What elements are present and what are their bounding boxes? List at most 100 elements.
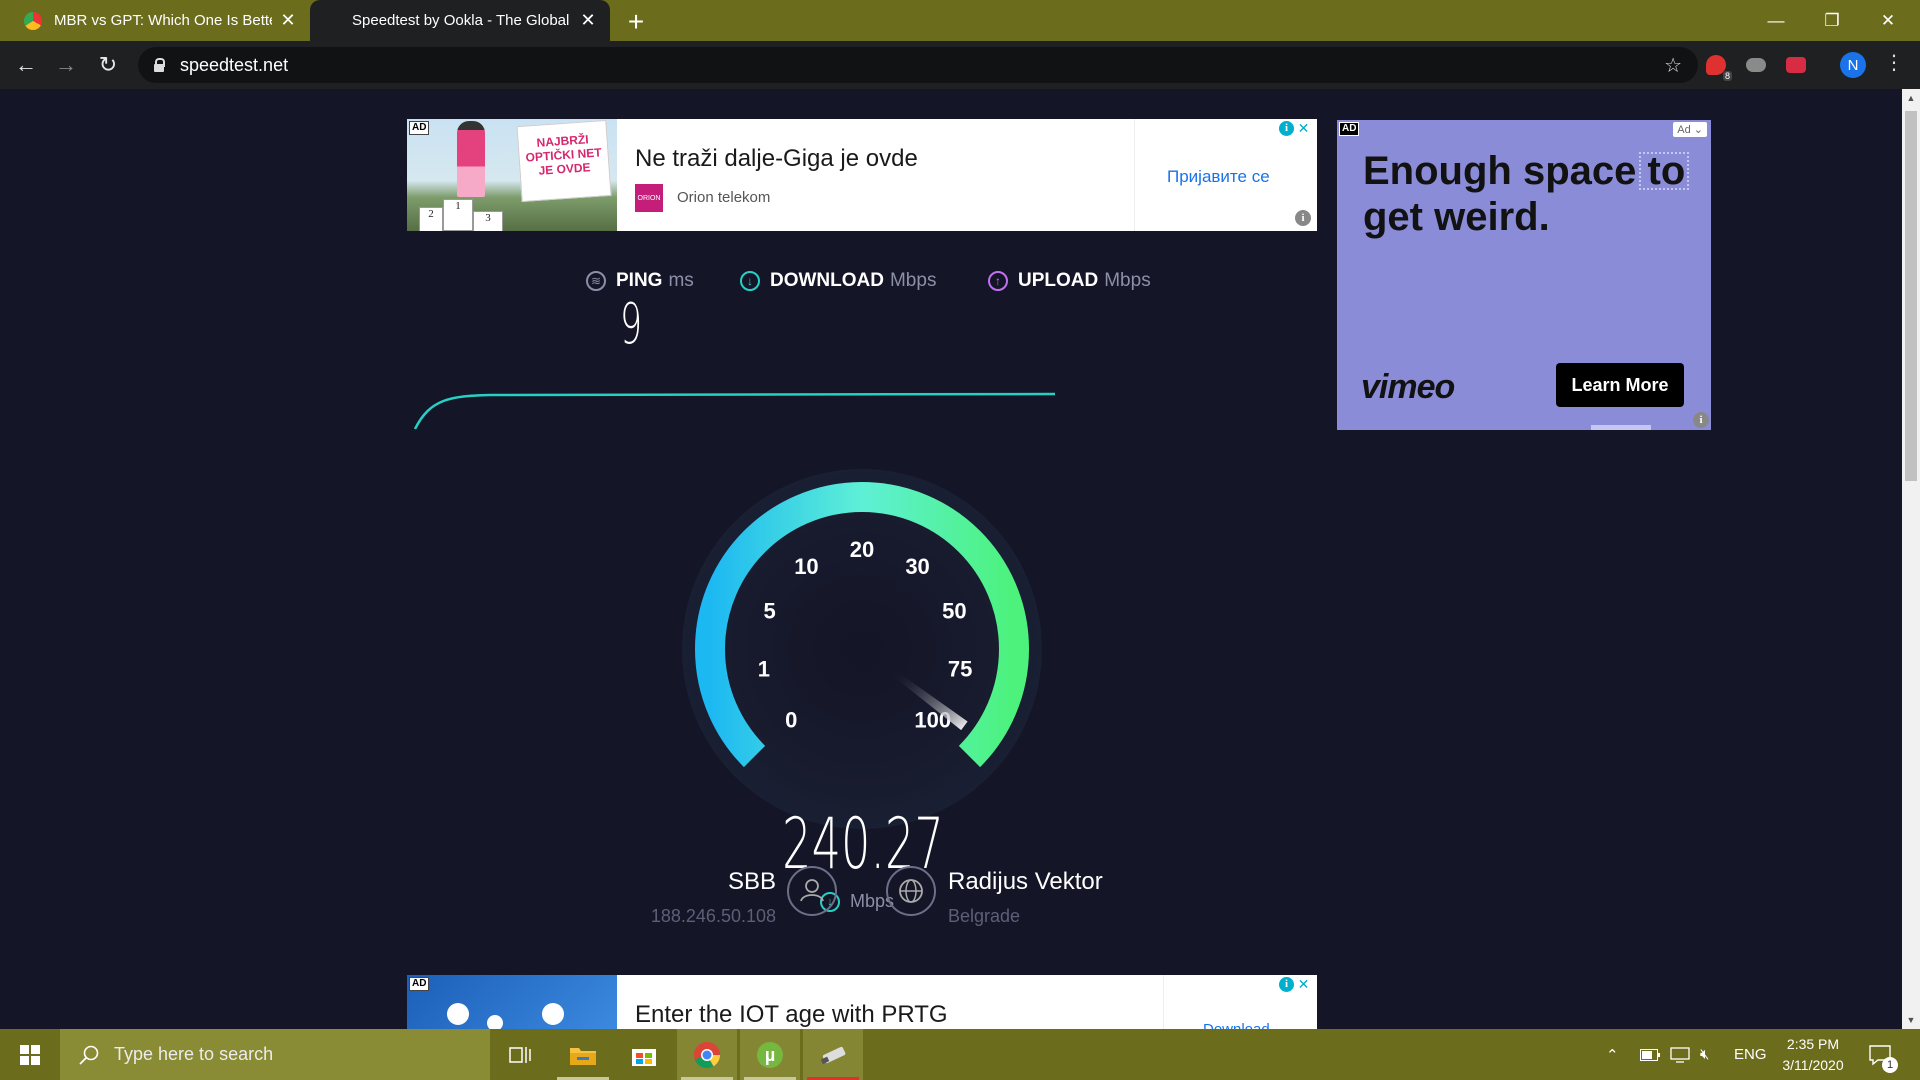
ad-choices[interactable]: i ✕ <box>1279 121 1313 137</box>
download-label: DOWNLOAD <box>770 270 884 291</box>
ad-vimeo[interactable]: AD Ad ⌄ Enough space to get weird. vimeo… <box>1337 120 1711 430</box>
podium-block: 3 <box>473 211 503 231</box>
chrome-menu-icon[interactable]: ⋮ <box>1884 50 1904 75</box>
gauge-tick-label: 1 <box>758 657 770 682</box>
input-language[interactable]: ENG <box>1734 1029 1767 1080</box>
tab-strip: MBR vs GPT: Which One Is Better ✕ Speedt… <box>0 0 1920 41</box>
windows-taskbar: Type here to search µ ⌃ 🔇︎ ENG 2:35 PM 3… <box>0 1029 1920 1080</box>
isp-name: SBB <box>727 868 776 895</box>
ad-info-dot-icon[interactable]: i <box>1693 412 1709 428</box>
ping-value: 9 <box>620 292 643 357</box>
user-icon <box>787 866 837 916</box>
start-button[interactable] <box>0 1029 60 1080</box>
ad-label: AD <box>1339 122 1360 136</box>
utorrent-icon[interactable]: µ <box>740 1029 800 1080</box>
ad-banner-bottom[interactable]: AD Enter the IOT age with PRTG Download … <box>407 975 1317 1029</box>
volume-muted-icon[interactable]: 🔇︎ <box>1700 1029 1709 1080</box>
upload-unit: Mbps <box>1104 270 1151 291</box>
restore-icon[interactable]: ❐ <box>1804 0 1860 41</box>
reload-icon[interactable]: ↻ <box>90 47 126 83</box>
ping-unit: ms <box>668 270 694 291</box>
ad-headline[interactable]: Ne traži dalje-Giga je ovde <box>635 145 918 173</box>
tab-close-icon[interactable]: ✕ <box>578 10 598 31</box>
scroll-thumb[interactable] <box>1905 111 1917 481</box>
upload-arrow-icon: ↑ <box>988 271 1008 291</box>
svg-text:µ: µ <box>765 1045 775 1065</box>
tab-title: MBR vs GPT: Which One Is Better <box>54 12 272 29</box>
extension-glasses-icon[interactable] <box>1746 58 1766 72</box>
ad-info-dot-icon[interactable]: i <box>1295 210 1311 226</box>
lock-icon <box>487 1015 503 1029</box>
download-metric: ↓ DOWNLOAD Mbps <box>740 270 936 292</box>
window-close-icon[interactable]: ✕ <box>1860 0 1916 41</box>
download-graph <box>413 392 1056 430</box>
battery-icon[interactable] <box>1640 1029 1660 1080</box>
gauge-tick-label: 50 <box>942 599 966 624</box>
microsoft-store-icon[interactable] <box>614 1029 674 1080</box>
gauge-tick-label: 75 <box>948 657 972 682</box>
wifi-icon <box>542 1003 564 1025</box>
new-tab-button[interactable]: + <box>622 6 650 38</box>
forward-icon[interactable]: → <box>48 47 84 83</box>
scroll-down-icon[interactable]: ▼ <box>1902 1015 1920 1025</box>
back-icon[interactable]: ← <box>8 47 44 83</box>
windows-logo-icon <box>20 1044 40 1065</box>
ad-headline[interactable]: Enter the IOT age with PRTG <box>635 1001 948 1029</box>
file-explorer-icon[interactable] <box>553 1029 613 1080</box>
action-center-icon[interactable]: 1 <box>1868 1029 1898 1080</box>
ad-person-figure <box>457 121 485 197</box>
ad-close-icon[interactable]: ✕ <box>1296 977 1311 992</box>
extension-badge: 8 <box>1722 71 1732 81</box>
network-icon[interactable] <box>1670 1029 1690 1080</box>
profile-avatar[interactable]: N <box>1840 52 1866 78</box>
page-scrollbar[interactable]: ▲ ▼ <box>1902 89 1920 1029</box>
vimeo-logo: vimeo <box>1361 368 1455 406</box>
ad-image: NAJBRŽI OPTIČKI NET JE OVDE 2 1 3 AD <box>407 119 617 231</box>
taskbar-clock[interactable]: 2:35 PM 3/11/2020 <box>1768 1034 1858 1076</box>
ad-decoration <box>1639 152 1689 190</box>
learn-more-button[interactable]: Learn More <box>1556 363 1684 407</box>
ad-cta-link[interactable]: Download <box>1203 1021 1270 1029</box>
gauge-tick-label: 20 <box>850 537 874 562</box>
notification-count: 1 <box>1882 1057 1898 1073</box>
tab-close-icon[interactable]: ✕ <box>278 10 298 31</box>
ad-banner-top[interactable]: NAJBRŽI OPTIČKI NET JE OVDE 2 1 3 AD Ne … <box>407 119 1317 231</box>
chrome-taskbar-icon[interactable] <box>677 1029 737 1080</box>
ping-metric: ≋ PING ms <box>586 270 694 292</box>
tab-speedtest[interactable]: Speedtest by Ookla - The Global ✕ <box>310 0 610 41</box>
ad-divider <box>1134 119 1135 231</box>
globe-icon <box>886 866 936 916</box>
address-bar[interactable]: speedtest.net ☆ <box>138 47 1698 83</box>
taskbar-search-box[interactable]: Type here to search <box>60 1029 490 1080</box>
gauge-tick-label: 5 <box>763 599 775 624</box>
ad-label: AD <box>409 121 430 135</box>
scroll-up-icon[interactable]: ▲ <box>1902 93 1920 103</box>
usb-tool-icon[interactable] <box>803 1029 863 1080</box>
ad-info-icon[interactable]: i <box>1279 977 1294 992</box>
extension-adblock-icon[interactable]: 8 <box>1706 55 1732 81</box>
ad-close-icon[interactable]: ✕ <box>1296 121 1311 136</box>
ping-label: PING <box>616 270 663 291</box>
gauge-tick-label: 0 <box>785 708 797 733</box>
clock-date: 3/11/2020 <box>1782 1057 1844 1073</box>
ad-info-icon[interactable]: i <box>1279 121 1294 136</box>
gauge-tick-label: 30 <box>905 554 929 579</box>
task-view-icon[interactable] <box>490 1029 550 1080</box>
isp-ip: 188.246.50.108 <box>650 906 776 926</box>
ad-cta-link[interactable]: Пријавите се <box>1167 167 1270 187</box>
download-arrow-icon: ↓ <box>740 271 760 291</box>
minimize-icon[interactable]: — <box>1748 0 1804 41</box>
ad-choices[interactable]: i ✕ <box>1279 977 1313 993</box>
ad-choice-text: Ad <box>1677 124 1691 136</box>
tab-mbr-vs-gpt[interactable]: MBR vs GPT: Which One Is Better ✕ <box>10 0 310 41</box>
printer-icon <box>447 1003 469 1025</box>
clock-time: 2:35 PM <box>1786 1036 1840 1052</box>
search-icon <box>79 1045 99 1065</box>
tray-overflow-icon[interactable]: ⌃ <box>1606 1029 1619 1080</box>
gauge-tick-label: 10 <box>794 554 818 579</box>
extension-red-icon[interactable] <box>1786 57 1806 73</box>
bookmark-star-icon[interactable]: ☆ <box>1664 53 1682 78</box>
server-name[interactable]: Radijus Vektor <box>948 868 1103 896</box>
ad-choices-dropdown[interactable]: Ad ⌄ <box>1673 122 1707 137</box>
ad-divider <box>1163 975 1164 1029</box>
